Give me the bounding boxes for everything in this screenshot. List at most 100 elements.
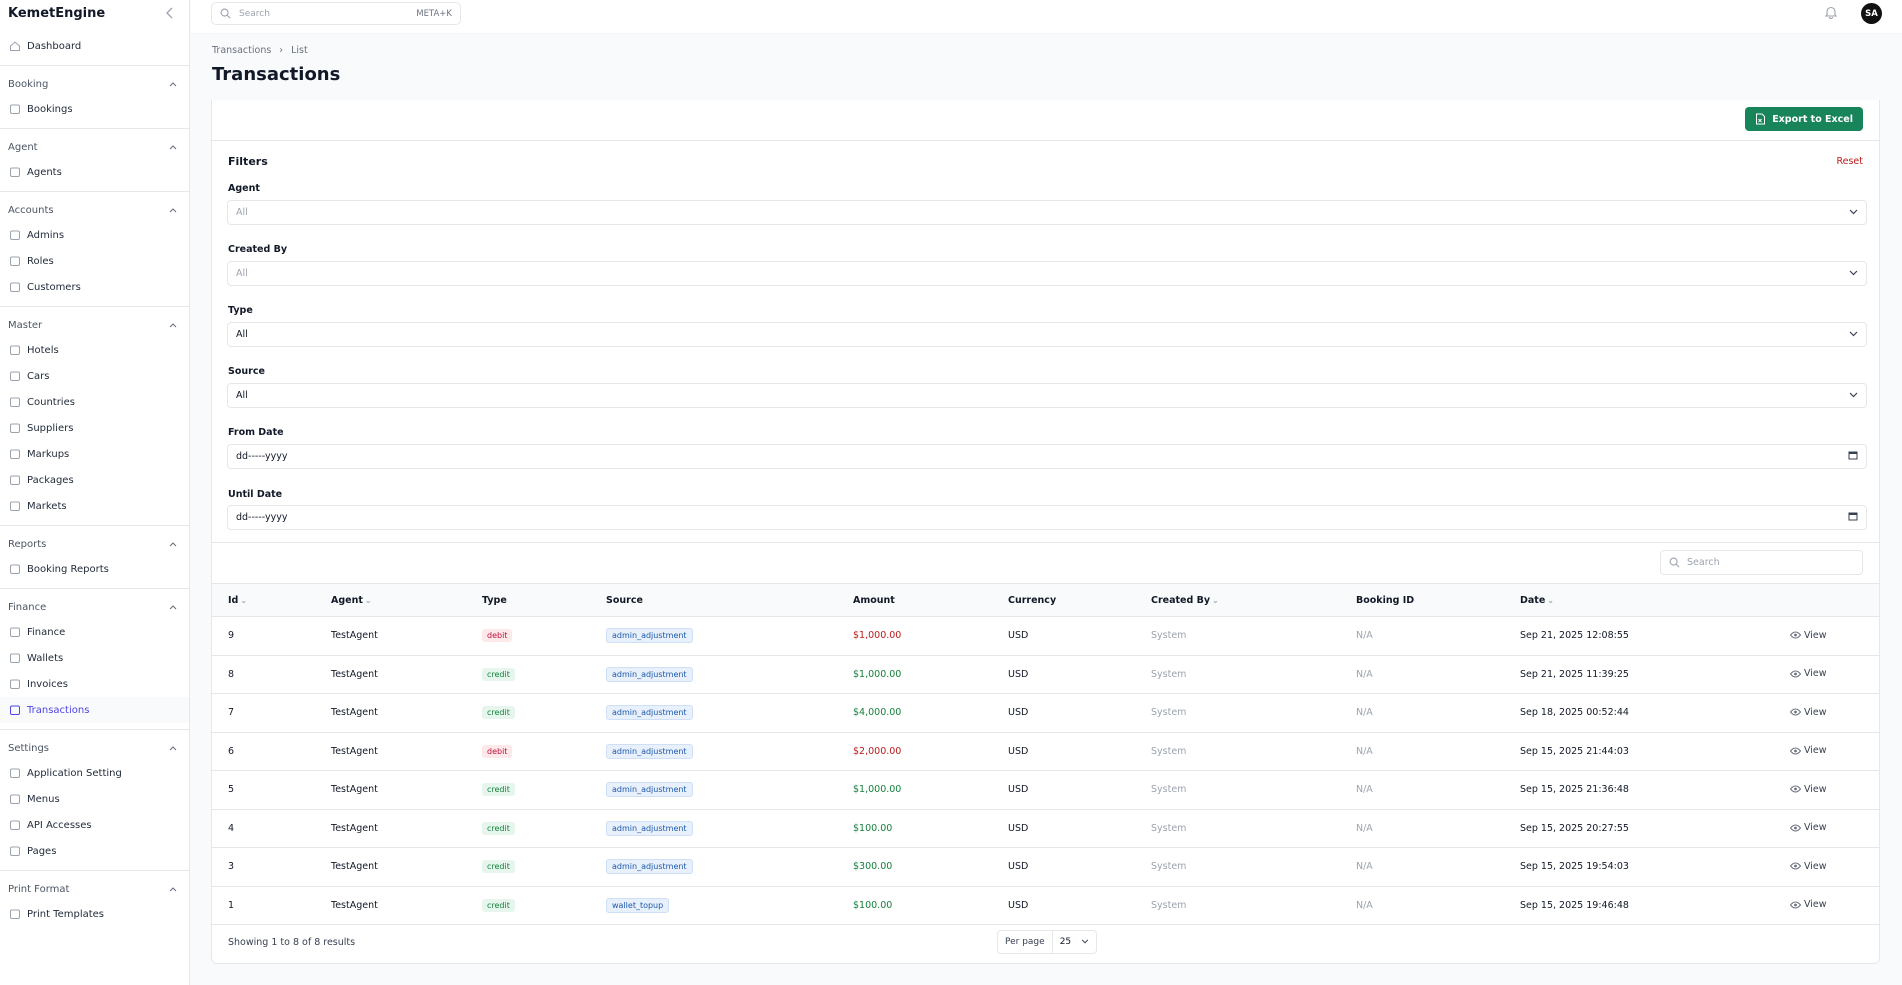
sidebar-item-dashboard[interactable]: Dashboard bbox=[0, 33, 189, 59]
wallet-icon bbox=[9, 652, 21, 664]
agent-filter-select[interactable]: All bbox=[227, 200, 1867, 225]
until-date-value: dd-----yyyy bbox=[236, 512, 288, 523]
building-icon bbox=[9, 344, 21, 356]
breadcrumb-parent[interactable]: Transactions bbox=[212, 45, 271, 56]
sidebar-group-header[interactable]: Settings bbox=[0, 736, 189, 760]
sidebar-item-label: Suppliers bbox=[27, 422, 74, 434]
column-agent[interactable]: Agent ⌄ bbox=[331, 583, 482, 617]
view-label: View bbox=[1804, 899, 1827, 910]
sort-icon: ⌄ bbox=[240, 595, 248, 605]
divider bbox=[212, 140, 1879, 141]
source-badge: admin_adjustment bbox=[606, 859, 693, 875]
chevron-down-icon bbox=[1849, 268, 1858, 279]
until-date-label: Until Date bbox=[228, 489, 283, 500]
cell-created-by: System bbox=[1151, 616, 1356, 656]
sidebar-item-booking-reports[interactable]: Booking Reports bbox=[0, 556, 189, 582]
sidebar-item-hotels[interactable]: Hotels bbox=[0, 337, 189, 363]
sidebar-group-title: Master bbox=[8, 319, 43, 331]
chevron-up-icon bbox=[169, 743, 177, 754]
view-button[interactable]: View bbox=[1790, 630, 1827, 641]
sidebar-item-finance[interactable]: Finance bbox=[0, 619, 189, 645]
sidebar-item-markets[interactable]: Markets bbox=[0, 493, 189, 519]
created-by-filter-select[interactable]: All bbox=[227, 261, 1867, 286]
cell-booking-id: N/A bbox=[1356, 770, 1520, 810]
cell-currency: USD bbox=[1008, 616, 1151, 656]
sidebar-item-admins[interactable]: Admins bbox=[0, 222, 189, 248]
sidebar-item-markups[interactable]: Markups bbox=[0, 441, 189, 467]
until-date-input[interactable]: dd-----yyyy bbox=[227, 505, 1867, 530]
sidebar-item-packages[interactable]: Packages bbox=[0, 467, 189, 493]
sidebar-item-suppliers[interactable]: Suppliers bbox=[0, 415, 189, 441]
sidebar-item-print-templates[interactable]: Print Templates bbox=[0, 901, 189, 927]
sidebar-item-label: Hotels bbox=[27, 344, 59, 356]
sidebar-item-roles[interactable]: Roles bbox=[0, 248, 189, 274]
sidebar-item-countries[interactable]: Countries bbox=[0, 389, 189, 415]
menu-icon bbox=[9, 793, 21, 805]
sidebar-group-title: Agent bbox=[8, 141, 38, 153]
sidebar-item-wallets[interactable]: Wallets bbox=[0, 645, 189, 671]
sidebar-group-header[interactable]: Agent bbox=[0, 135, 189, 159]
sidebar-item-api-accesses[interactable]: API Accesses bbox=[0, 812, 189, 838]
collapse-sidebar-icon[interactable] bbox=[163, 6, 177, 20]
view-button[interactable]: View bbox=[1790, 899, 1827, 910]
sidebar-group-header[interactable]: Print Format bbox=[0, 877, 189, 901]
globe-icon bbox=[9, 396, 21, 408]
sidebar-item-menus[interactable]: Menus bbox=[0, 786, 189, 812]
cell-date: Sep 15, 2025 19:46:48 bbox=[1520, 886, 1790, 925]
view-button[interactable]: View bbox=[1790, 707, 1827, 718]
cell-created-by: System bbox=[1151, 732, 1356, 771]
sidebar-group-header[interactable]: Finance bbox=[0, 595, 189, 619]
cell-agent: TestAgent bbox=[331, 886, 482, 925]
sidebar-group-header[interactable]: Reports bbox=[0, 532, 189, 556]
reset-filters-link[interactable]: Reset bbox=[1836, 156, 1863, 167]
column-source: Source bbox=[606, 583, 853, 617]
calendar-icon[interactable] bbox=[1848, 450, 1858, 463]
calendar-icon[interactable] bbox=[1848, 511, 1858, 524]
column-date[interactable]: Date ⌄ bbox=[1520, 583, 1790, 617]
sidebar-item-invoices[interactable]: Invoices bbox=[0, 671, 189, 697]
view-button[interactable]: View bbox=[1790, 745, 1827, 756]
sidebar-item-label: Packages bbox=[27, 474, 74, 486]
type-badge: credit bbox=[482, 898, 515, 912]
breadcrumb-current: List bbox=[291, 45, 308, 56]
filters-title: Filters bbox=[228, 155, 268, 168]
column-created-by[interactable]: Created By ⌄ bbox=[1151, 583, 1356, 617]
sidebar-item-agents[interactable]: Agents bbox=[0, 159, 189, 185]
cell-agent: TestAgent bbox=[331, 655, 482, 694]
sidebar-item-pages[interactable]: Pages bbox=[0, 838, 189, 864]
folder-icon bbox=[9, 845, 21, 857]
sidebar-item-cars[interactable]: Cars bbox=[0, 363, 189, 389]
sidebar-group-header[interactable]: Booking bbox=[0, 72, 189, 96]
eye-icon bbox=[1790, 862, 1801, 870]
view-label: View bbox=[1804, 706, 1827, 718]
cell-id: 6 bbox=[212, 732, 331, 771]
source-filter-select[interactable]: All bbox=[227, 383, 1867, 408]
search-icon bbox=[1669, 557, 1680, 568]
view-button[interactable]: View bbox=[1790, 668, 1827, 679]
sidebar-item-application-setting[interactable]: Application Setting bbox=[0, 760, 189, 786]
export-excel-button[interactable]: Export to Excel bbox=[1745, 107, 1863, 131]
sidebar-item-customers[interactable]: Customers bbox=[0, 274, 189, 300]
sort-icon: ⌄ bbox=[1547, 595, 1554, 605]
column-id[interactable]: Id ⌄ bbox=[212, 583, 331, 617]
view-button[interactable]: View bbox=[1790, 822, 1827, 833]
sidebar-group-header[interactable]: Master bbox=[0, 313, 189, 337]
type-badge: debit bbox=[482, 744, 513, 758]
global-search-input[interactable]: Search META+K bbox=[211, 2, 461, 25]
table-row: 4 TestAgent credit admin_adjustment $100.00 U… bbox=[212, 809, 1879, 848]
type-badge: credit bbox=[482, 821, 515, 835]
view-button[interactable]: View bbox=[1790, 861, 1827, 872]
bell-icon[interactable] bbox=[1824, 5, 1838, 19]
chevron-right-icon: › bbox=[279, 45, 284, 56]
type-filter-select[interactable]: All bbox=[227, 322, 1867, 347]
topbar: Search META+K SA bbox=[191, 0, 1902, 34]
sidebar-group-header[interactable]: Accounts bbox=[0, 198, 189, 222]
sidebar-item-transactions[interactable]: Transactions bbox=[0, 697, 189, 723]
export-label: Export to Excel bbox=[1772, 113, 1853, 125]
sidebar-item-bookings[interactable]: Bookings bbox=[0, 96, 189, 122]
view-button[interactable]: View bbox=[1790, 784, 1827, 795]
table-search-input[interactable]: Search bbox=[1660, 550, 1863, 575]
per-page-select[interactable]: Per page 25 bbox=[997, 930, 1098, 954]
from-date-input[interactable]: dd-----yyyy bbox=[227, 444, 1867, 469]
avatar[interactable]: SA bbox=[1861, 3, 1882, 24]
